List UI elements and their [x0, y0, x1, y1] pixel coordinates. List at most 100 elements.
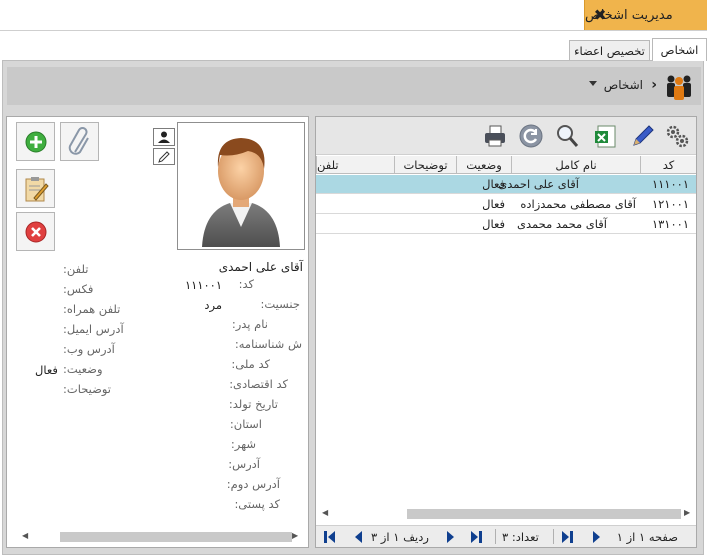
- settings-icon: [666, 125, 689, 148]
- edit-button[interactable]: [16, 169, 55, 208]
- field-label-website: آدرس وب:: [63, 342, 115, 356]
- field-value-code: ۱۱۱۰۰۱: [184, 278, 222, 292]
- pager-separator: [553, 529, 554, 544]
- clipboard-edit-icon: [25, 176, 49, 201]
- search-icon: [557, 125, 579, 147]
- close-icon[interactable]: ✖: [592, 7, 608, 23]
- grid-toolbar: [316, 117, 696, 155]
- field-label-gender: جنسیت:: [260, 297, 300, 311]
- field-label-economic-code: کد اقتصادی:: [229, 377, 288, 391]
- first-page-button[interactable]: [561, 530, 575, 544]
- field-value-status: فعال: [35, 363, 58, 377]
- paperclip-icon: [68, 126, 89, 155]
- cell-code: ۱۱۱۰۰۱: [651, 177, 689, 191]
- edit-record-button[interactable]: [629, 122, 657, 150]
- row-indicator: ردیف ۱ از ۳: [371, 530, 429, 544]
- change-photo-button[interactable]: [153, 128, 175, 146]
- record-count: تعداد: ۳: [502, 530, 539, 544]
- grid-horizontal-scrollbar[interactable]: ◀ ▶: [316, 507, 696, 521]
- print-button[interactable]: [481, 122, 509, 150]
- field-value-gender: مرد: [204, 298, 222, 312]
- export-excel-button[interactable]: [592, 122, 620, 150]
- delete-button[interactable]: [16, 212, 55, 251]
- search-button[interactable]: [553, 122, 581, 150]
- column-header-phone[interactable]: تلفن: [316, 156, 394, 174]
- field-label-birth-date: تاریخ تولد:: [228, 397, 278, 411]
- scrollbar-thumb[interactable]: [60, 532, 292, 542]
- pencil-icon: [158, 150, 170, 163]
- field-label-status: وضعیت:: [63, 362, 103, 376]
- breadcrumb-label[interactable]: اشخاص: [604, 78, 643, 92]
- persons-grid-panel: کد نام کامل وضعیت توضیحات تلفن ۱۱۱۰۰۱ آق…: [315, 116, 697, 548]
- page-indicator: صفحه ۱ از ۱: [616, 530, 678, 544]
- first-record-button[interactable]: [324, 530, 338, 544]
- grid-header: کد نام کامل وضعیت توضیحات تلفن: [316, 156, 696, 174]
- scroll-right-icon[interactable]: ▶: [292, 531, 298, 540]
- pen-icon: [633, 125, 654, 146]
- chevron-right-icon: ›: [651, 77, 657, 93]
- plus-icon: [25, 131, 46, 152]
- table-row[interactable]: ۱۱۱۰۰۱ آقای علی احمدی فعال: [316, 175, 696, 194]
- column-header-code[interactable]: کد: [640, 156, 696, 174]
- scroll-left-icon[interactable]: ◀: [322, 508, 328, 517]
- people-icon: [667, 75, 691, 100]
- field-label-fax: فکس:: [63, 282, 94, 296]
- field-label-email: آدرس ایمیل:: [63, 322, 124, 336]
- scroll-left-icon[interactable]: ◀: [22, 531, 28, 540]
- field-label-father-name: نام پدر:: [231, 317, 268, 331]
- detail-horizontal-scrollbar[interactable]: ◀ ▶: [14, 529, 301, 544]
- cell-status: فعال: [482, 217, 505, 231]
- next-record-button[interactable]: [444, 530, 458, 544]
- user-icon: [158, 131, 170, 143]
- delete-icon: [25, 221, 46, 242]
- field-label-code: کد:: [238, 277, 254, 291]
- column-header-status[interactable]: وضعیت: [456, 156, 511, 174]
- breadcrumb: › اشخاص: [7, 67, 701, 105]
- tab-member-assignment[interactable]: تخصیص اعضاء: [569, 40, 650, 60]
- cell-full-name: آقای محمد محمدی: [516, 217, 607, 231]
- field-label-postal-code: کد پستی:: [234, 497, 280, 511]
- chevron-down-icon[interactable]: [589, 81, 597, 86]
- field-label-province: استان:: [229, 417, 262, 431]
- prev-page-button[interactable]: [590, 530, 604, 544]
- cell-full-name: آقای علی احمدی: [498, 177, 579, 191]
- attach-button[interactable]: [60, 122, 99, 161]
- prev-record-button[interactable]: [352, 530, 366, 544]
- next-record-icon: [447, 531, 454, 543]
- pager-separator: [495, 529, 496, 544]
- last-record-button[interactable]: [470, 530, 484, 544]
- column-header-description[interactable]: توضیحات: [394, 156, 456, 174]
- tab-persons[interactable]: اشخاص: [652, 38, 707, 61]
- add-button[interactable]: [16, 122, 55, 161]
- column-header-phone-text: تلفن: [317, 158, 339, 172]
- field-label-description: توضیحات:: [63, 382, 112, 396]
- edit-photo-button[interactable]: [153, 148, 175, 165]
- scrollbar-thumb[interactable]: [407, 509, 681, 519]
- person-name: آقای علی احمدی: [218, 260, 303, 274]
- excel-icon: [595, 125, 616, 148]
- field-label-phone: تلفن:: [63, 262, 89, 276]
- pager: صفحه ۱ از ۱ تعداد: ۳ ردیف ۱ از ۳: [316, 525, 696, 547]
- cell-code: ۱۲۱۰۰۱: [651, 197, 689, 211]
- field-label-birth-cert-no: ش شناسنامه:: [234, 337, 302, 351]
- prev-page-icon: [593, 531, 600, 543]
- avatar: [177, 122, 305, 250]
- field-label-address2: آدرس دوم:: [226, 477, 280, 491]
- cell-code: ۱۳۱۰۰۱: [651, 217, 689, 231]
- cell-status: فعال: [482, 197, 505, 211]
- refresh-button[interactable]: [517, 122, 545, 150]
- cell-full-name: آقای مصطفی محمدزاده: [520, 197, 636, 211]
- table-row[interactable]: ۱۲۱۰۰۱ آقای مصطفی محمدزاده فعال: [316, 195, 696, 214]
- refresh-icon: [519, 124, 543, 148]
- window-title-tab: مدیریت اشخاص ✖: [584, 0, 707, 30]
- cell-status: فعال: [482, 177, 505, 191]
- table-row[interactable]: ۱۳۱۰۰۱ آقای محمد محمدی فعال: [316, 215, 696, 234]
- field-label-mobile: تلفن همراه:: [63, 302, 121, 316]
- field-label-national-id: کد ملی:: [231, 357, 270, 371]
- print-icon: [485, 125, 505, 147]
- person-avatar-icon: [202, 138, 280, 247]
- column-header-full-name[interactable]: نام کامل: [511, 156, 640, 174]
- scroll-right-icon[interactable]: ▶: [684, 508, 690, 517]
- field-label-address: آدرس:: [228, 457, 260, 471]
- settings-button[interactable]: [663, 122, 691, 150]
